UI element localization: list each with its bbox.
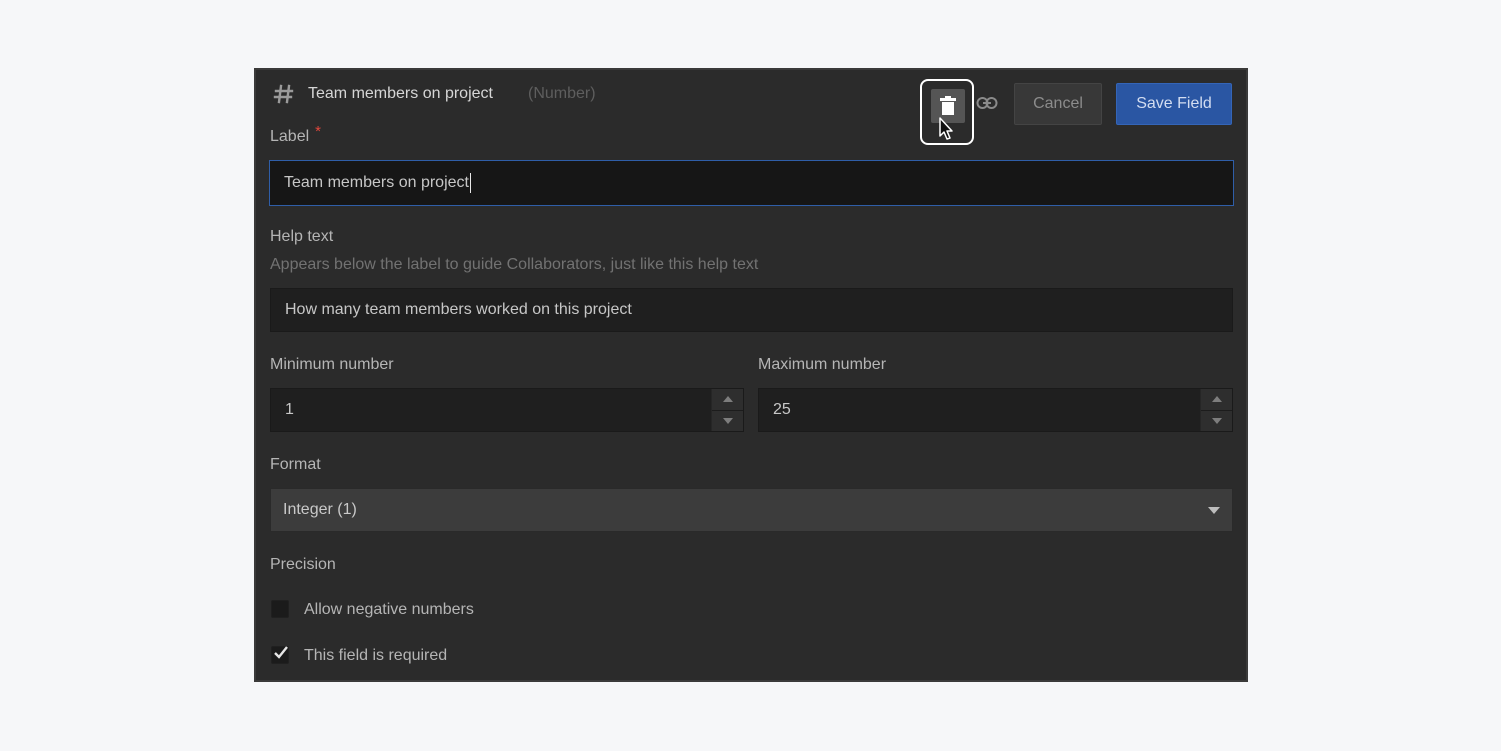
maximum-number-value: 25 [773, 401, 791, 418]
delete-field-highlight [920, 79, 974, 145]
minimum-number-input[interactable]: 1 [270, 388, 744, 432]
label-field-label: Label [270, 128, 310, 145]
cancel-button[interactable]: Cancel [1014, 83, 1102, 125]
help-text-input[interactable]: How many team members worked on this pro… [270, 288, 1233, 332]
help-text-description: Appears below the label to guide Collabo… [270, 256, 759, 273]
label-input[interactable]: Team members on project [269, 160, 1234, 206]
text-caret [469, 173, 471, 193]
arrow-down-icon [722, 417, 733, 424]
help-text-input-value: How many team members worked on this pro… [285, 301, 632, 318]
arrow-down-icon [1211, 417, 1222, 424]
field-settings-panel: Team members on project (Number) Cancel … [254, 68, 1248, 682]
maximum-number-label: Maximum number [758, 356, 887, 373]
trash-icon [940, 96, 956, 115]
minimum-number-stepper [711, 389, 743, 431]
field-name-title: Team members on project [308, 85, 493, 102]
required-checkbox[interactable] [271, 646, 289, 664]
arrow-up-icon [722, 396, 733, 403]
maximum-increment-button[interactable] [1201, 389, 1232, 410]
chevron-down-icon [1208, 507, 1220, 514]
precision-label: Precision [270, 556, 336, 573]
minimum-number-value: 1 [285, 401, 294, 418]
minimum-decrement-button[interactable] [712, 409, 743, 431]
maximum-decrement-button[interactable] [1201, 409, 1232, 431]
required-label: This field is required [304, 647, 448, 664]
save-field-button[interactable]: Save Field [1116, 83, 1232, 125]
help-text-label: Help text [270, 228, 334, 245]
required-marker: * [315, 123, 321, 140]
link-icon[interactable] [976, 96, 998, 110]
hash-icon [273, 84, 294, 104]
minimum-number-label: Minimum number [270, 356, 394, 373]
minimum-increment-button[interactable] [712, 389, 743, 410]
checkmark-icon [274, 646, 288, 659]
maximum-number-input[interactable]: 25 [758, 388, 1233, 432]
format-select[interactable]: Integer (1) [270, 488, 1233, 532]
format-label: Format [270, 456, 321, 473]
maximum-number-stepper [1200, 389, 1232, 431]
allow-negative-checkbox[interactable] [271, 600, 289, 618]
label-field-heading: Label * [270, 123, 321, 146]
label-input-value: Team members on project [284, 174, 469, 191]
arrow-up-icon [1211, 396, 1222, 403]
mouse-cursor-icon [939, 117, 953, 140]
field-type-label: (Number) [528, 85, 596, 102]
format-selected-value: Integer (1) [283, 501, 357, 518]
allow-negative-label: Allow negative numbers [304, 601, 474, 618]
